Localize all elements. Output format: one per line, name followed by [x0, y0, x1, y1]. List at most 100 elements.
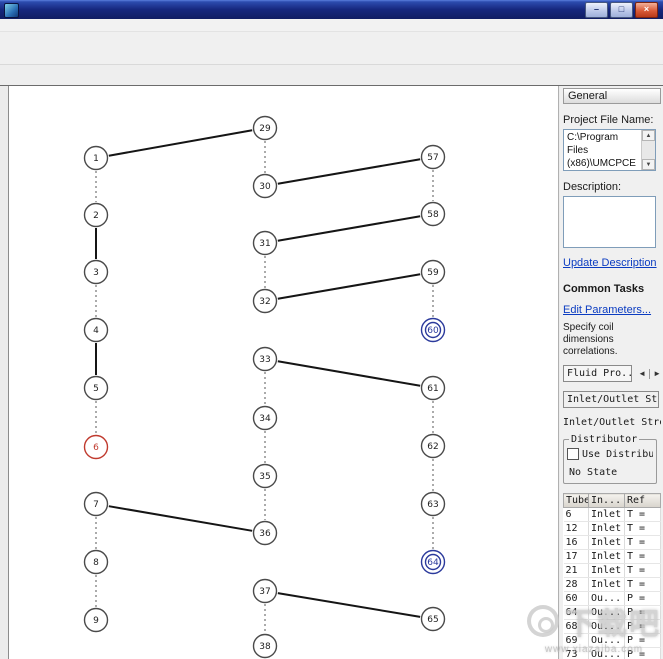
circuit-canvas[interactable]: 1 2 3 4 5 6 7 8 9 29 30 31 32 33 34 35 36 37 38 57 58 59 60 61 6… [8, 86, 559, 659]
tube-node-30[interactable]: 30 [252, 173, 278, 199]
update-description-link[interactable]: Update Description [563, 257, 661, 269]
table-cell[interactable]: T = [624, 521, 661, 536]
table-cell[interactable]: Inlet [588, 535, 625, 550]
table-cell[interactable]: 16 [563, 535, 589, 550]
tube-node-57[interactable]: 57 [420, 144, 446, 170]
table-cell[interactable]: T = [624, 563, 661, 578]
table-cell[interactable]: T = [624, 535, 661, 550]
table-cell[interactable]: 12 [563, 521, 589, 536]
table-cell[interactable]: 73 [563, 647, 589, 659]
project-file-field[interactable]: C:\Program Files (x86)\UMCPCE ▲ ▼ [563, 129, 656, 171]
table-cell[interactable]: Inlet [588, 549, 625, 564]
table-cell[interactable]: P = [624, 591, 661, 606]
tube-node-8[interactable]: 8 [83, 549, 109, 575]
no-state-text: No State [569, 467, 618, 478]
table-cell[interactable]: Inlet [588, 577, 625, 592]
svg-text:33: 33 [259, 355, 270, 365]
table-cell[interactable]: T = [624, 577, 661, 592]
table-cell[interactable]: Ou... [588, 647, 625, 659]
inlet-outlet-selector[interactable]: Inlet/Outlet St... [563, 391, 659, 408]
tube-node-9[interactable]: 9 [83, 607, 109, 633]
use-distributor-row[interactable]: Use Distribut... [567, 448, 653, 460]
tube-node-5[interactable]: 5 [83, 375, 109, 401]
table-cell[interactable]: Inlet [588, 507, 625, 522]
table-row[interactable]: 21 Inlet T = [563, 563, 661, 578]
table-row[interactable]: 73 Ou... P = [563, 647, 661, 659]
tab-scroll-left-icon[interactable]: ◄ [638, 369, 646, 378]
table-column-header[interactable]: Ref [624, 493, 661, 508]
tube-node-31[interactable]: 31 [252, 230, 278, 256]
tube-node-2[interactable]: 2 [83, 202, 109, 228]
tube-node-34[interactable]: 34 [252, 405, 278, 431]
svg-text:57: 57 [427, 153, 438, 163]
scroll-down-icon[interactable]: ▼ [642, 159, 655, 170]
table-row[interactable]: 6 Inlet T = [563, 507, 661, 522]
tube-connection-33-61 [277, 360, 421, 387]
table-cell[interactable]: Ou... [588, 605, 625, 620]
table-cell[interactable]: T = [624, 507, 661, 522]
use-distributor-checkbox[interactable] [567, 448, 579, 460]
table-cell[interactable]: Inlet [588, 521, 625, 536]
scroll-up-icon[interactable]: ▲ [642, 130, 655, 141]
tube-node-32[interactable]: 32 [252, 288, 278, 314]
table-column-header[interactable]: Tube [563, 493, 589, 508]
tube-node-58[interactable]: 58 [420, 201, 446, 227]
table-row[interactable]: 28 Inlet T = [563, 577, 661, 592]
table-row[interactable]: 69 Ou... P = [563, 633, 661, 648]
table-cell[interactable]: Ou... [588, 633, 625, 648]
table-cell[interactable]: P = [624, 633, 661, 648]
general-group-header[interactable]: General [563, 88, 661, 104]
table-cell[interactable]: 60 [563, 591, 589, 606]
table-row[interactable]: 64 Ou... P = [563, 605, 661, 620]
tube-node-61[interactable]: 61 [420, 375, 446, 401]
table-cell[interactable]: 68 [563, 619, 589, 634]
table-row[interactable]: 68 Ou... P = [563, 619, 661, 634]
table-cell[interactable]: Inlet [588, 563, 625, 578]
tube-node-35[interactable]: 35 [252, 463, 278, 489]
table-cell[interactable]: P = [624, 647, 661, 659]
table-cell[interactable]: P = [624, 619, 661, 634]
project-file-scrollbar[interactable]: ▲ ▼ [641, 130, 655, 170]
table-cell[interactable]: 21 [563, 563, 589, 578]
table-cell[interactable]: Ou... [588, 591, 625, 606]
tab-scroll-right-icon[interactable]: ► [653, 369, 661, 378]
tube-node-37[interactable]: 37 [252, 578, 278, 604]
tube-node-6[interactable]: 6 [83, 434, 109, 460]
table-row[interactable]: 16 Inlet T = [563, 535, 661, 550]
minimize-button[interactable]: – [585, 2, 608, 18]
tube-node-36[interactable]: 36 [252, 520, 278, 546]
tube-node-29[interactable]: 29 [252, 115, 278, 141]
table-cell[interactable]: P = [624, 605, 661, 620]
tube-node-38[interactable]: 38 [252, 633, 278, 659]
edit-parameters-link[interactable]: Edit Parameters... [563, 304, 661, 316]
description-label: Description: [563, 181, 622, 193]
stream-table[interactable]: Tube In... Ref 6 Inlet T = 12 Inlet T = 16 Inlet T… [563, 493, 661, 659]
table-row[interactable]: 17 Inlet T = [563, 549, 661, 564]
tube-node-3[interactable]: 3 [83, 259, 109, 285]
description-field[interactable] [563, 196, 656, 248]
table-cell[interactable]: T = [624, 549, 661, 564]
tube-node-4[interactable]: 4 [83, 317, 109, 343]
tube-node-1[interactable]: 1 [83, 145, 109, 171]
table-cell[interactable]: 6 [563, 507, 589, 522]
tab-fluid-properties[interactable]: Fluid Pro... [563, 365, 633, 382]
tube-node-62[interactable]: 62 [420, 433, 446, 459]
table-cell[interactable]: Ou... [588, 619, 625, 634]
maximize-button[interactable]: □ [610, 2, 633, 18]
table-cell[interactable]: 69 [563, 633, 589, 648]
tube-node-60[interactable]: 60 [420, 317, 446, 343]
tube-node-33[interactable]: 33 [252, 346, 278, 372]
tube-node-65[interactable]: 65 [420, 606, 446, 632]
table-row[interactable]: 12 Inlet T = [563, 521, 661, 536]
close-button[interactable]: × [635, 2, 658, 18]
svg-text:62: 62 [427, 442, 438, 452]
table-cell[interactable]: 28 [563, 577, 589, 592]
table-column-header[interactable]: In... [588, 493, 625, 508]
tube-node-64[interactable]: 64 [420, 549, 446, 575]
tube-node-63[interactable]: 63 [420, 491, 446, 517]
tube-node-59[interactable]: 59 [420, 259, 446, 285]
tube-node-7[interactable]: 7 [83, 491, 109, 517]
table-cell[interactable]: 64 [563, 605, 589, 620]
table-row[interactable]: 60 Ou... P = [563, 591, 661, 606]
table-cell[interactable]: 17 [563, 549, 589, 564]
